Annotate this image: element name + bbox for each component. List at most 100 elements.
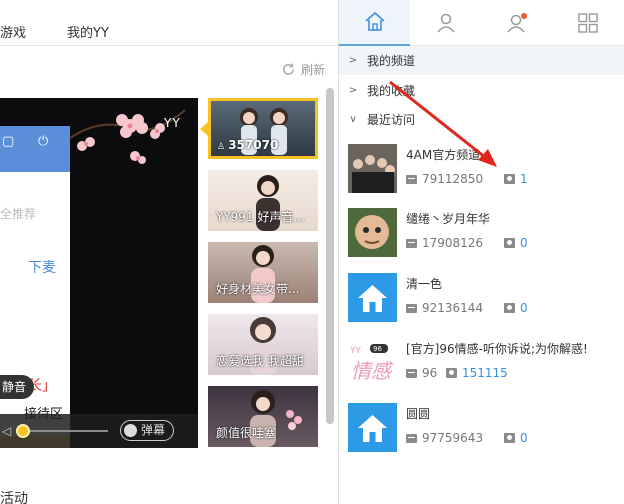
chevron-down-icon: ∨ (349, 114, 357, 125)
online-count: 0 (520, 236, 528, 250)
active-thumb-pointer (200, 122, 208, 136)
toggle-knob (124, 424, 137, 437)
online-count: 1 (520, 172, 528, 186)
mute-tooltip-text: 静音 (2, 380, 27, 394)
home-icon (364, 11, 385, 31)
window-icon: ▢ (2, 134, 15, 149)
channel-item[interactable]: 圆圆 97759643 0 (339, 403, 624, 468)
thumbnail-caption: ♙ 357070 (217, 138, 278, 152)
viewer-count: 357070 (228, 138, 279, 152)
channel-item[interactable]: 4AM官方频道 79112850 1 (339, 144, 624, 209)
top-navigation: 游戏 我的YY (0, 0, 338, 46)
channel-name: [官方]96情感-听你诉说;为你解惑! (406, 342, 588, 356)
channel-id: 17908126 (422, 236, 484, 250)
channel-item[interactable]: 缱绻丶岁月年华 17908126 0 (339, 208, 624, 273)
channel-id: 79112850 (422, 172, 484, 186)
refresh-button[interactable]: 刷新 (280, 61, 325, 78)
video-player[interactable]: ▢ ⏻ 全推荐 下麦 班组长」 接待区 (0, 98, 198, 448)
channel-name: 4AM官方频道 (406, 148, 481, 162)
mute-tooltip: 静音 (0, 375, 35, 399)
svg-text:情感: 情感 (351, 359, 394, 383)
volume-slider-knob[interactable] (16, 424, 30, 438)
stream-thumbnail[interactable]: 颜值很哇塞 (208, 386, 318, 447)
nav-item-games[interactable]: 游戏 (0, 22, 26, 41)
panel-tabs (339, 0, 624, 46)
power-icon: ⏻ (38, 134, 49, 149)
grid-icon (577, 13, 598, 33)
refresh-icon (283, 63, 294, 75)
danmu-label: 弹幕 (141, 423, 166, 437)
thumbnail-caption: 好身材美女带... (216, 282, 300, 296)
online-count: 0 (520, 301, 528, 315)
refresh-label: 刷新 (301, 63, 326, 77)
id-icon (406, 174, 417, 184)
svg-text:96: 96 (373, 345, 382, 353)
online-user-icon (504, 433, 515, 443)
group-recent[interactable]: ∨ 最近访问 (339, 105, 624, 134)
online-count: 0 (520, 431, 528, 445)
online-user-icon (504, 238, 515, 248)
channel-avatar (348, 144, 397, 193)
tab-contacts[interactable] (410, 0, 481, 46)
tab-apps[interactable] (552, 0, 623, 46)
stream-thumbnail[interactable]: 恋爱选我 我超甜 (208, 314, 318, 375)
group-my-channels[interactable]: > 我的频道 (339, 46, 624, 75)
channel-item[interactable]: 清一色 92136144 0 (339, 273, 624, 338)
stream-thumbnail[interactable]: 好身材美女带... (208, 242, 318, 303)
tab-home[interactable] (339, 0, 410, 46)
thumbnail-caption: 恋爱选我 我超甜 (216, 354, 304, 368)
person-icon (436, 13, 455, 33)
channel-name: 圆圆 (406, 407, 431, 421)
id-icon (406, 368, 417, 378)
group-label: 最近访问 (367, 113, 416, 127)
channel-id: 97759643 (422, 431, 484, 445)
group-label: 我的收藏 (367, 84, 416, 98)
online-count: 151115 (462, 366, 508, 380)
channel-meta: 17908126 0 (406, 236, 528, 250)
stream-thumbnail[interactable]: ♙ 357070 (208, 98, 318, 159)
home-icon (348, 273, 397, 322)
person-badge-icon (506, 13, 527, 33)
home-icon (348, 403, 397, 452)
thumbnail-caption: YY991 好声音... (216, 210, 305, 224)
channel-avatar: YY 96 情感 (348, 338, 397, 387)
player-controls: ◁ 弹幕 (0, 414, 198, 448)
tab-notifications[interactable] (481, 0, 552, 46)
group-favorites[interactable]: > 我的收藏 (339, 76, 624, 105)
channel-avatar (348, 273, 397, 322)
section-heading-activity: 活动 (0, 491, 28, 504)
danmu-toggle[interactable]: 弹幕 (120, 420, 174, 441)
id-icon (406, 303, 417, 313)
id-icon (406, 238, 417, 248)
channel-avatar (348, 403, 397, 452)
chevron-right-icon: > (348, 55, 358, 66)
id-icon (406, 433, 417, 443)
group-label: 我的频道 (367, 54, 416, 68)
channel-item[interactable]: YY 96 情感 [官方]96情感-听你诉说;为你解惑! 96 151115 (339, 338, 624, 403)
left-panel: 游戏 我的YY 刷新 ▢ ⏻ 全推荐 下麦 班组长」 接待区 (0, 0, 338, 504)
user-icon: ♙ (217, 142, 229, 152)
channel-meta: 97759643 0 (406, 431, 528, 445)
thumbnail-caption: 颜值很哇塞 (216, 426, 277, 440)
svg-text:YY: YY (349, 346, 361, 356)
online-user-icon (504, 303, 515, 313)
chevron-right-icon: > (348, 85, 358, 96)
nav-item-my-yy[interactable]: 我的YY (67, 22, 109, 41)
channel-name: 清一色 (406, 277, 443, 291)
online-user-icon (446, 368, 457, 378)
volume-icon[interactable]: ◁ (2, 424, 11, 438)
online-user-icon (504, 174, 515, 184)
yy-watermark: YY (164, 116, 181, 130)
screen-text-leave-mic: 下麦 (28, 260, 56, 276)
stream-thumbnail[interactable]: YY991 好声音... (208, 170, 318, 231)
channel-meta: 79112850 1 (406, 172, 528, 186)
volume-slider-track[interactable] (22, 430, 108, 432)
channel-avatar (348, 208, 397, 257)
blossom-decoration (69, 109, 186, 164)
right-panel: > 我的频道 > 我的收藏 ∨ 最近访问 4AM官方频道 79112850 1 … (338, 0, 624, 504)
channel-id: 96 (422, 366, 438, 380)
channel-id: 92136144 (422, 301, 484, 315)
screen-text-recommend: 全推荐 (0, 207, 37, 221)
channel-name: 缱绻丶岁月年华 (406, 212, 491, 226)
scrollbar[interactable] (326, 88, 334, 424)
